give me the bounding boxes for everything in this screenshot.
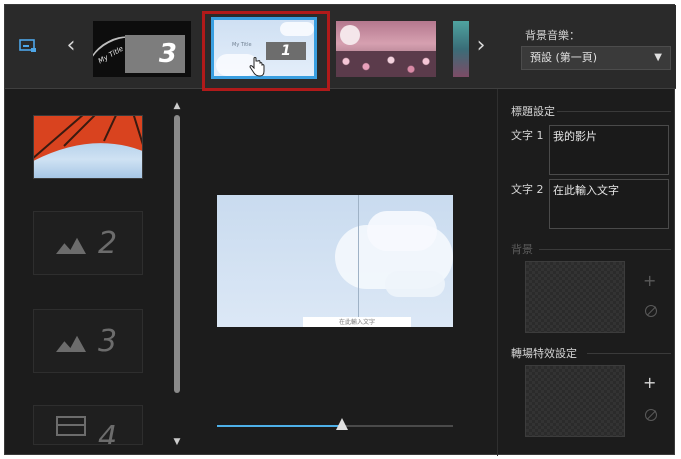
caret-down-icon: ▼ bbox=[654, 52, 662, 63]
preview-caption[interactable]: 在此輸入文字 bbox=[303, 317, 411, 327]
background-music-dropdown[interactable]: 預設 (第一頁) ▼ bbox=[521, 46, 671, 70]
text2-label: 文字 2 bbox=[511, 183, 544, 196]
remove-background-icon[interactable] bbox=[645, 305, 657, 317]
center-guide-line bbox=[358, 195, 359, 327]
thumbnail-title-text: My Title bbox=[232, 42, 252, 48]
chevron-right-icon[interactable]: › bbox=[473, 33, 489, 59]
background-music-value: 預設 (第一頁) bbox=[530, 51, 598, 64]
background-heading: 背景 bbox=[511, 243, 533, 256]
video-slot-4[interactable]: 4 bbox=[33, 405, 143, 445]
add-background-icon[interactable]: + bbox=[643, 271, 656, 290]
chevron-left-icon[interactable]: ‹ bbox=[63, 33, 79, 59]
cloud-decoration bbox=[280, 22, 314, 36]
scroll-thumb[interactable] bbox=[174, 115, 180, 393]
timeline-slider[interactable] bbox=[217, 417, 453, 437]
transition-settings-heading: 轉場特效設定 bbox=[511, 347, 577, 360]
flowers-decoration bbox=[336, 51, 436, 77]
transition-effect-slot[interactable] bbox=[525, 365, 625, 437]
slot-number: 4 bbox=[98, 420, 118, 445]
sun-decoration bbox=[340, 25, 360, 45]
slot-list-scrollbar[interactable]: ▲ ▼ bbox=[171, 101, 183, 447]
hand-cursor-icon bbox=[249, 57, 265, 77]
slot-number: 2 bbox=[98, 226, 118, 261]
image-placeholder-icon bbox=[56, 335, 86, 352]
cloud-decoration bbox=[367, 211, 437, 251]
slideshow-editor-window: ‹ My Title 3 My Title 1 › 背景音樂： 預設 (第一頁)… bbox=[4, 4, 676, 456]
template-thumbnail-3[interactable]: My Title 3 bbox=[93, 21, 191, 77]
add-template-icon[interactable] bbox=[19, 39, 37, 53]
photo-slot-2[interactable]: 2 bbox=[33, 211, 143, 275]
section-divider bbox=[587, 353, 671, 354]
remove-transition-icon[interactable] bbox=[645, 409, 657, 421]
add-transition-icon[interactable]: + bbox=[643, 373, 656, 392]
slider-fill bbox=[217, 425, 342, 427]
image-placeholder-icon bbox=[56, 237, 86, 254]
scroll-up-arrow-icon[interactable]: ▲ bbox=[171, 101, 183, 111]
template-thumbnail-partial[interactable] bbox=[453, 21, 469, 77]
umbrella-photo bbox=[34, 116, 142, 161]
template-strip: ‹ My Title 3 My Title 1 › 背景音樂： 預設 (第一頁)… bbox=[5, 5, 676, 91]
thumbnail-number: 3 bbox=[125, 35, 185, 73]
cloud-decoration bbox=[385, 271, 445, 297]
section-divider bbox=[539, 249, 671, 250]
text1-label: 文字 1 bbox=[511, 129, 544, 142]
panel-divider bbox=[497, 89, 498, 456]
scroll-down-arrow-icon[interactable]: ▼ bbox=[171, 437, 183, 447]
thumbnail-number: 1 bbox=[266, 42, 306, 60]
title-settings-heading: 標題設定 bbox=[511, 105, 555, 118]
slider-knob[interactable] bbox=[336, 418, 348, 430]
photo-slot-1[interactable] bbox=[33, 115, 143, 179]
preview-canvas: 在此輸入文字 bbox=[217, 195, 453, 327]
slot-number: 3 bbox=[98, 324, 118, 359]
text2-field[interactable]: 在此輸入文字 bbox=[549, 179, 669, 229]
section-divider bbox=[557, 111, 671, 112]
template-thumbnail-flowers[interactable] bbox=[336, 21, 436, 77]
text1-field[interactable]: 我的影片 bbox=[549, 125, 669, 175]
background-image-slot[interactable] bbox=[525, 261, 625, 333]
photo-slot-3[interactable]: 3 bbox=[33, 309, 143, 373]
film-placeholder-icon bbox=[56, 416, 86, 436]
background-music-label: 背景音樂： bbox=[525, 29, 580, 42]
